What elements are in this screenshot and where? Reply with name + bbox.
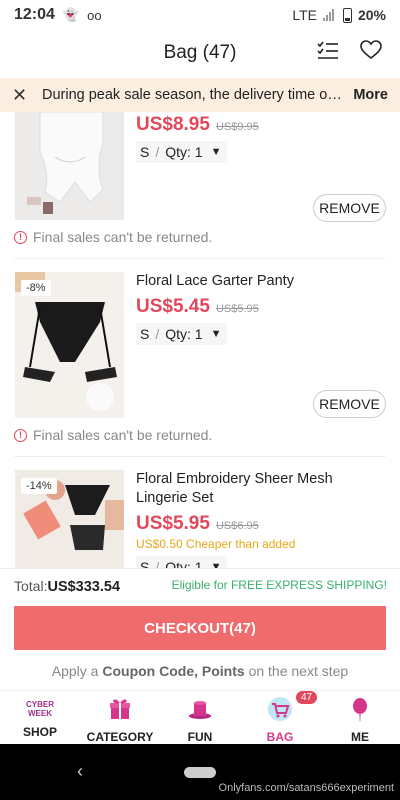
- item-price: US$8.95: [136, 114, 210, 135]
- app-header: Bag (47): [0, 30, 400, 76]
- watermark: Onlyfans.com/satans666experiment: [218, 782, 394, 794]
- bag-icon: [266, 697, 294, 726]
- item-price: US$5.95: [136, 513, 210, 534]
- divider: [14, 456, 386, 457]
- gift-icon: [108, 697, 132, 726]
- snapchat-icon: 👻: [62, 7, 80, 22]
- discount-badge: -14%: [21, 478, 57, 494]
- chevron-down-icon: ▼: [210, 561, 222, 568]
- system-nav-bar: ‹ Onlyfans.com/satans666experiment: [0, 744, 400, 800]
- item-name[interactable]: Floral Embroidery Sheer Mesh Lingerie Se…: [136, 470, 386, 508]
- list-check-icon[interactable]: [316, 40, 340, 67]
- discount-badge: -8%: [21, 280, 51, 296]
- list-item: -8% Floral Lace Garter Panty US$5.45 US$5…: [0, 272, 400, 462]
- remove-button[interactable]: REMOVE: [313, 390, 386, 418]
- bag-list[interactable]: US$8.95 US$9.95 S / Qty: 1 ▼ REMOVE ! Final …: [0, 112, 400, 568]
- tab-label: CATEGORY: [86, 730, 154, 744]
- item-name[interactable]: Floral Lace Garter Panty: [136, 272, 386, 291]
- status-time: 12:04: [14, 6, 55, 23]
- close-icon[interactable]: ✕: [12, 85, 36, 106]
- tab-label: BAG: [266, 730, 294, 744]
- back-icon[interactable]: ‹: [77, 761, 83, 782]
- network-label: LTE: [292, 7, 317, 23]
- tab-shop[interactable]: CYBER WEEK SHOP: [0, 691, 80, 744]
- final-sale-note: ! Final sales can't be returned.: [14, 229, 212, 245]
- coupon-bold: Coupon Code, Points: [102, 663, 245, 679]
- item-qty: Qty: 1: [165, 144, 203, 160]
- tab-label: FUN: [187, 730, 213, 744]
- checkout-button[interactable]: CHECKOUT(47): [14, 606, 386, 650]
- item-original-price: US$6.95: [215, 520, 259, 532]
- item-size: S: [140, 326, 150, 342]
- coupon-pre: Apply a: [51, 663, 103, 679]
- final-sale-note: ! Final sales can't be returned.: [14, 427, 212, 443]
- heart-icon[interactable]: [360, 40, 382, 67]
- warning-icon: !: [14, 230, 27, 244]
- item-qty: Qty: 1: [165, 559, 203, 568]
- tab-bag[interactable]: 47 BAG: [240, 691, 320, 744]
- divider: [14, 258, 386, 259]
- hat-icon: [188, 697, 212, 726]
- delivery-notice: ✕ During peak sale season, the delivery …: [0, 78, 400, 112]
- coupon-post: on the next step: [244, 663, 349, 679]
- price-drop-note: US$0.50 Cheaper than added: [136, 537, 296, 551]
- item-size: S: [140, 559, 150, 568]
- item-size: S: [140, 144, 150, 160]
- size-qty-selector[interactable]: S / Qty: 1 ▼: [136, 323, 228, 345]
- item-original-price: US$9.95: [215, 121, 259, 133]
- tab-label: ME: [351, 730, 369, 744]
- battery-percent: 20%: [357, 7, 386, 23]
- product-image[interactable]: -8%: [15, 272, 124, 418]
- item-price: US$5.45: [136, 296, 210, 317]
- signal-icon: [322, 9, 337, 21]
- total: Total:US$333.54: [14, 578, 120, 595]
- chevron-down-icon: ▼: [210, 146, 222, 158]
- page-title: Bag (47): [163, 42, 237, 63]
- chevron-down-icon: ▼: [210, 328, 222, 340]
- item-original-price: US$5.95: [215, 303, 259, 315]
- tab-fun[interactable]: FUN: [160, 691, 240, 744]
- tab-category[interactable]: CATEGORY: [80, 691, 160, 744]
- product-image[interactable]: -14%: [15, 470, 124, 568]
- final-sale-text: Final sales can't be returned.: [33, 229, 213, 245]
- battery-icon: [342, 7, 352, 23]
- size-qty-selector[interactable]: S / Qty: 1 ▼: [136, 141, 228, 163]
- notice-text: During peak sale season, the delivery ti…: [42, 87, 344, 103]
- tab-me[interactable]: ME: [320, 691, 400, 744]
- cyber-week-text: CYBER WEEK: [25, 700, 54, 718]
- list-item: US$8.95 US$9.95 S / Qty: 1 ▼ REMOVE ! Final …: [0, 112, 400, 259]
- shipping-note: Eligible for FREE EXPRESS SHIPPING!: [171, 578, 387, 592]
- checkout-summary: Total:US$333.54 Eligible for FREE EXPRES…: [0, 568, 400, 690]
- bag-count-badge: 47: [296, 691, 318, 704]
- balloon-icon: [348, 697, 372, 726]
- product-image[interactable]: [15, 112, 124, 220]
- notice-more-link[interactable]: More: [353, 87, 388, 103]
- remove-button[interactable]: REMOVE: [313, 194, 386, 222]
- total-label: Total:: [14, 578, 48, 594]
- item-qty: Qty: 1: [165, 326, 203, 342]
- home-pill-icon[interactable]: [184, 767, 216, 778]
- size-qty-selector[interactable]: S / Qty: 1 ▼: [136, 556, 228, 568]
- voicemail-icon: oo: [87, 7, 102, 23]
- final-sale-text: Final sales can't be returned.: [33, 427, 213, 443]
- bottom-nav: CYBER WEEK SHOP CATEGORY FUN 47 BAG ME: [0, 690, 400, 744]
- status-bar: 12:04 👻 oo LTE 20%: [0, 0, 400, 30]
- warning-icon: !: [14, 428, 27, 442]
- coupon-hint: Apply a Coupon Code, Points on the next …: [0, 663, 400, 679]
- list-item: -14% Floral Embroidery Sheer Mesh Linger…: [0, 470, 400, 568]
- cyber-week-icon: CYBER WEEK: [25, 697, 55, 721]
- total-value: US$333.54: [47, 579, 121, 595]
- tab-label: SHOP: [22, 725, 57, 739]
